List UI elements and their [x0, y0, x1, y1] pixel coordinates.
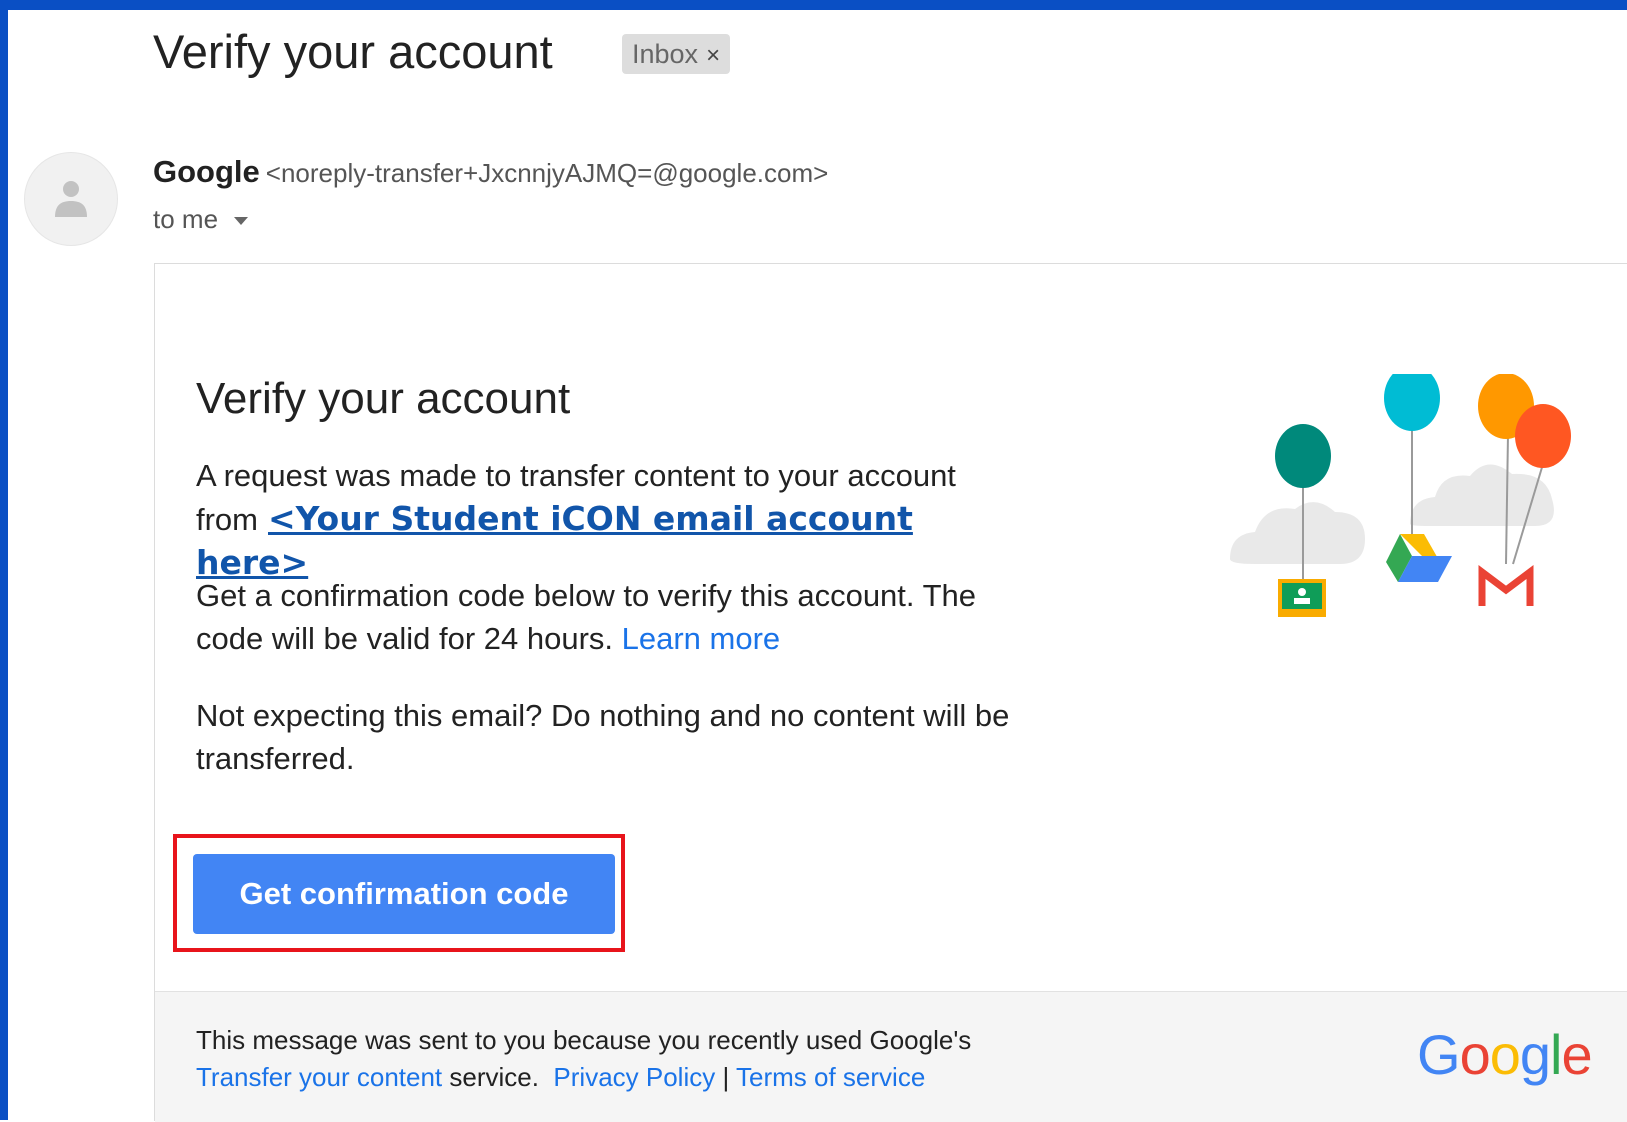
logo-letter: o — [1489, 1023, 1521, 1086]
logo-letter: l — [1550, 1023, 1562, 1086]
recipient-text: to me — [153, 204, 219, 234]
footer-notice: This message was sent to you because you… — [196, 1022, 971, 1096]
learn-more-link[interactable]: Learn more — [622, 621, 781, 656]
chevron-down-icon[interactable] — [234, 217, 249, 226]
sender-email: <noreply-transfer+JxcnnjyAJMQ=@google.co… — [265, 158, 829, 188]
sender: Google <noreply-transfer+JxcnnjyAJMQ=@goo… — [153, 154, 828, 190]
terms-of-service-link[interactable]: Terms of service — [736, 1062, 925, 1092]
drive-icon — [1386, 534, 1452, 582]
logo-letter: e — [1561, 1023, 1592, 1086]
footer-separator: | — [722, 1062, 730, 1092]
confirmation-info-paragraph: Get a confirmation code below to verify … — [196, 574, 1016, 660]
gmail-icon — [1478, 565, 1534, 606]
person-icon — [55, 181, 87, 217]
logo-letter: G — [1417, 1023, 1461, 1086]
classroom-icon — [1278, 579, 1326, 617]
logo-letter: g — [1519, 1023, 1551, 1086]
email-body-card: Verify your account A request was made t… — [154, 263, 1627, 1122]
screenshot-frame-top — [0, 0, 1627, 10]
screenshot-frame-left — [0, 0, 8, 1120]
remove-label-icon[interactable]: × — [706, 42, 720, 69]
service-text: service. — [449, 1062, 539, 1092]
email-footer: This message was sent to you because you… — [155, 991, 1627, 1122]
transfer-request-paragraph: A request was made to transfer content t… — [196, 454, 1016, 585]
recipient-details-toggle[interactable]: to me — [153, 204, 249, 235]
not-expecting-paragraph: Not expecting this email? Do nothing and… — [196, 698, 1010, 776]
avatar[interactable] — [24, 152, 118, 246]
footer-notice-text: This message was sent to you because you… — [196, 1025, 972, 1055]
privacy-policy-link[interactable]: Privacy Policy — [553, 1062, 715, 1092]
email-subject: Verify your account — [153, 25, 553, 78]
body-title: Verify your account — [196, 374, 571, 423]
inbox-label-text: Inbox — [632, 39, 699, 69]
source-account-link[interactable]: <Your Student iCON email account here> — [196, 499, 913, 582]
logo-letter: o — [1459, 1023, 1491, 1086]
get-confirmation-code-button[interactable]: Get confirmation code — [193, 854, 615, 934]
inbox-label-chip[interactable]: Inbox × — [622, 34, 731, 74]
sender-name[interactable]: Google — [153, 154, 260, 189]
transfer-content-link[interactable]: Transfer your content — [196, 1062, 442, 1092]
balloons-illustration — [1230, 374, 1571, 617]
google-logo: Google — [1417, 1022, 1593, 1087]
paragraph2-text: Get a confirmation code below to verify … — [196, 578, 976, 656]
